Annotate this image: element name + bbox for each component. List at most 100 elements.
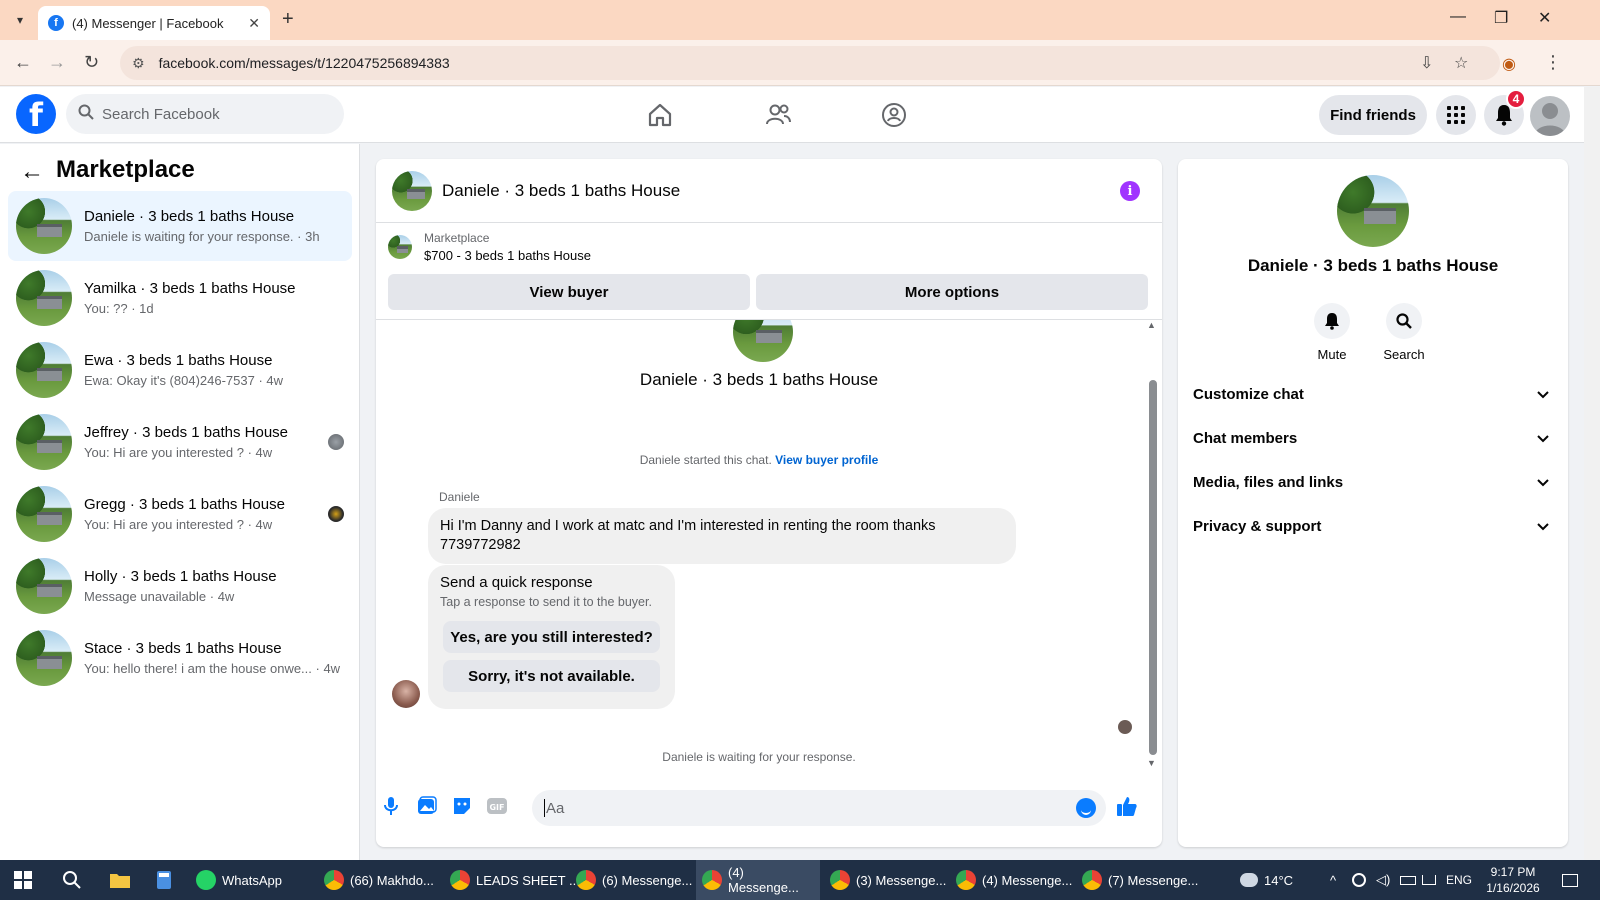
seen-avatar-icon	[328, 434, 344, 450]
home-icon[interactable]	[644, 99, 676, 131]
bookmark-star-icon[interactable]: ☆	[1454, 53, 1468, 73]
whatsapp-tray-icon[interactable]	[1352, 860, 1366, 900]
conversation-item-holly[interactable]: Holly · 3 beds 1 baths House Message una…	[8, 551, 352, 621]
page-scrollbar[interactable]	[1584, 87, 1600, 860]
details-name: Daniele · 3 beds 1 baths House	[1247, 256, 1499, 275]
install-app-icon[interactable]: ⇩	[1420, 53, 1433, 73]
calculator-icon[interactable]	[152, 868, 176, 892]
info-icon[interactable]: i	[1120, 181, 1140, 201]
view-buyer-profile-link[interactable]: View buyer profile	[775, 453, 878, 467]
conversation-item-stace[interactable]: Stace · 3 beds 1 baths House You: hello …	[8, 623, 352, 693]
conversation-name: Yamilka · 3 beds 1 baths House	[84, 280, 296, 297]
conversation-name: Jeffrey · 3 beds 1 baths House	[84, 424, 289, 441]
conversation-item-yamilka[interactable]: Yamilka · 3 beds 1 baths House You: ?? ·…	[8, 263, 352, 333]
friends-icon[interactable]	[762, 99, 794, 131]
chat-started-notice: Daniele started this chat. View buyer pr…	[376, 453, 1142, 467]
chrome-icon	[324, 870, 344, 890]
weather-widget[interactable]: 14°C	[1240, 860, 1293, 900]
waiting-notice: Daniele is waiting for your response.	[662, 750, 856, 764]
menu-grid-icon[interactable]	[1436, 95, 1476, 135]
sticker-icon[interactable]	[451, 795, 473, 817]
profile-icon[interactable]: ◉	[1502, 54, 1516, 74]
browser-menu-icon[interactable]: ⋮	[1544, 52, 1562, 73]
groups-icon[interactable]	[878, 99, 910, 131]
tab-search-dropdown[interactable]: ▾	[8, 8, 32, 32]
view-buyer-button[interactable]: View buyer	[388, 274, 750, 310]
conversation-name: Stace · 3 beds 1 baths House	[84, 640, 282, 657]
conversation-item-gregg[interactable]: Gregg · 3 beds 1 baths House You: Hi are…	[8, 479, 352, 549]
notifications-center-icon[interactable]	[1562, 860, 1578, 900]
privacy-support-section[interactable]: Privacy & support	[1193, 504, 1553, 548]
house-thumbnail	[16, 558, 72, 614]
quick-reply-still-interested-button[interactable]: Yes, are you still interested?	[443, 621, 660, 653]
taskbar-app-chrome[interactable]: (66) Makhdo...	[318, 860, 440, 900]
conversation-preview: Daniele is waiting for your response. · …	[84, 229, 320, 244]
conversation-item-ewa[interactable]: Ewa · 3 beds 1 baths House Ewa: Okay it'…	[8, 335, 352, 405]
chat-header-thumbnail[interactable]	[392, 170, 432, 211]
taskbar-app-label: WhatsApp	[222, 872, 282, 888]
more-options-button[interactable]: More options	[756, 274, 1148, 310]
site-info-icon[interactable]: ⚙	[132, 55, 145, 72]
url-field[interactable]: ⚙ facebook.com/messages/t/12204752568943…	[120, 46, 1500, 80]
taskbar-app-chrome[interactable]: LEADS SHEET ...	[444, 860, 586, 900]
close-window-icon[interactable]: ✕	[1538, 8, 1551, 28]
conversation-thumbnail	[733, 320, 793, 362]
windows-start-icon[interactable]	[14, 871, 32, 889]
language-indicator[interactable]: ENG	[1446, 860, 1472, 900]
listing-banner[interactable]: Marketplace $700 - 3 beds 1 baths House	[388, 231, 591, 263]
search-icon[interactable]	[60, 868, 84, 892]
photo-icon[interactable]	[416, 795, 438, 817]
read-receipt-avatar	[1118, 720, 1132, 734]
conversation-preview: You: Hi are you interested ? · 4w	[84, 445, 273, 460]
taskbar-app-chrome[interactable]: (3) Messenge...	[824, 860, 952, 900]
taskbar-app-chrome-active[interactable]: (4) Messenge...	[696, 860, 820, 900]
gif-icon[interactable]: GIF	[486, 795, 508, 817]
thumbs-up-icon[interactable]	[1116, 795, 1138, 817]
microphone-icon[interactable]	[380, 795, 402, 817]
network-icon[interactable]	[1422, 860, 1436, 900]
minimize-icon[interactable]: —	[1450, 8, 1466, 26]
media-files-links-section[interactable]: Media, files and links	[1193, 460, 1553, 504]
chat-title[interactable]: Daniele · 3 beds 1 baths House	[442, 181, 680, 201]
taskbar-app-chrome[interactable]: (4) Messenge...	[950, 860, 1078, 900]
restore-icon[interactable]: ❐	[1494, 8, 1508, 28]
chat-members-section[interactable]: Chat members	[1193, 416, 1553, 460]
reload-icon[interactable]: ↻	[84, 52, 99, 73]
back-arrow-icon[interactable]: ←	[20, 158, 44, 186]
message-input[interactable]: Aa	[532, 790, 1106, 826]
taskbar-app-whatsapp[interactable]: WhatsApp	[190, 860, 288, 900]
new-tab-button[interactable]: +	[282, 8, 294, 31]
message-scrollbar-thumb[interactable]	[1149, 380, 1157, 755]
customize-chat-section[interactable]: Customize chat	[1193, 372, 1553, 416]
close-tab-icon[interactable]: ✕	[248, 15, 260, 32]
taskbar-app-label: (3) Messenge...	[856, 872, 947, 888]
facebook-logo-icon[interactable]: f	[16, 94, 56, 134]
tray-chevron-icon[interactable]: ^	[1330, 860, 1336, 900]
browser-tab-active[interactable]: f (4) Messenger | Facebook ✕	[38, 6, 270, 40]
taskbar-app-chrome[interactable]: (7) Messenge...	[1076, 860, 1204, 900]
quick-reply-not-available-button[interactable]: Sorry, it's not available.	[443, 660, 660, 692]
started-text: Daniele started this chat.	[639, 453, 772, 467]
clock[interactable]: 9:17 PM 1/16/2026	[1474, 864, 1552, 896]
volume-icon[interactable]: ◁)	[1376, 860, 1390, 900]
emoji-icon[interactable]	[1076, 798, 1096, 818]
taskbar-app-label: (66) Makhdo...	[350, 872, 434, 888]
message-list[interactable]: Daniele · 3 beds 1 baths House Daniele s…	[376, 320, 1162, 775]
scroll-up-arrow-icon[interactable]: ▲	[1147, 320, 1156, 330]
bell-icon	[1314, 303, 1350, 339]
section-label: Media, files and links	[1193, 473, 1344, 491]
conversation-item-jeffrey[interactable]: Jeffrey · 3 beds 1 baths House You: Hi a…	[8, 407, 352, 477]
back-icon[interactable]: ←	[14, 52, 32, 73]
mute-button[interactable]: Mute	[1302, 303, 1362, 362]
forward-icon[interactable]: →	[48, 52, 66, 73]
conversation-item-daniele[interactable]: Daniele · 3 beds 1 baths House Daniele i…	[8, 191, 352, 261]
battery-icon[interactable]	[1400, 860, 1416, 900]
scroll-down-arrow-icon[interactable]: ▼	[1147, 758, 1156, 768]
account-avatar[interactable]	[1530, 96, 1570, 136]
file-explorer-icon[interactable]	[108, 868, 132, 892]
find-friends-button[interactable]: Find friends	[1319, 95, 1427, 135]
search-in-conversation-button[interactable]: Search	[1374, 303, 1434, 362]
facebook-search-input[interactable]: Search Facebook	[66, 94, 344, 134]
taskbar-app-label: (4) Messenge...	[728, 865, 799, 895]
taskbar-app-chrome[interactable]: (6) Messenge...	[570, 860, 698, 900]
